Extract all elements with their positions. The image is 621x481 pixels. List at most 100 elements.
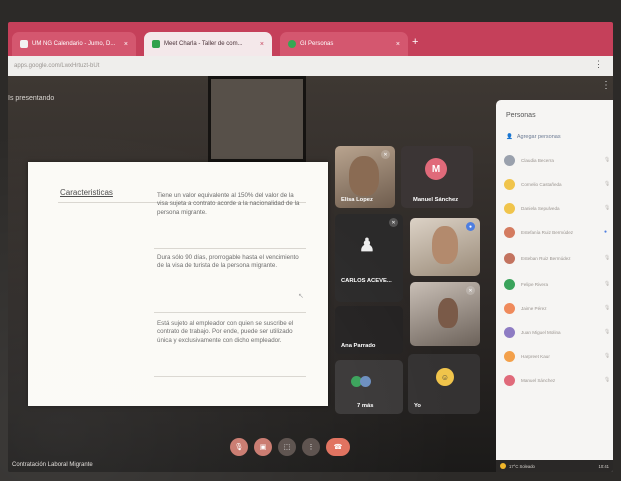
- avatar: [504, 278, 515, 290]
- slide-paragraph: Está sujeto al empleador con quien se su…: [157, 320, 294, 344]
- tab-meet[interactable]: Meet Charla - Taller de com... ×: [144, 32, 272, 56]
- participant-tile[interactable]: Ana Parrado: [335, 306, 403, 354]
- mic-icon: 🎙: [604, 181, 611, 187]
- people-panel-title: Personas: [506, 112, 536, 119]
- participant-tile[interactable]: ●: [410, 218, 480, 276]
- participant-name: Yo: [414, 403, 421, 409]
- mic-icon: 🎙: [604, 329, 611, 335]
- avatar: [504, 326, 515, 338]
- more-options-button[interactable]: ⋮: [302, 438, 320, 456]
- people-list-item[interactable]: Jaime Pérez 🎙: [504, 300, 612, 316]
- wall-picture-reflection: [208, 76, 306, 162]
- present-button[interactable]: ⬚: [278, 438, 296, 456]
- people-list-item[interactable]: Harpreet Kaur 🎙: [504, 348, 612, 364]
- tab-label: Meet Charla - Taller de com...: [164, 41, 243, 47]
- people-list-item[interactable]: Esteban Ruiz Bermúdez 🎙: [504, 250, 612, 266]
- participant-tile[interactable]: ✕ Elisa Lopez: [335, 146, 395, 208]
- stage-menu-icon[interactable]: ⋮: [601, 80, 611, 91]
- close-tab-icon[interactable]: ×: [396, 41, 400, 48]
- people-list-item[interactable]: Felipe Rivera 🎙: [504, 276, 612, 292]
- close-tab-icon[interactable]: ×: [124, 41, 128, 48]
- address-bar[interactable]: apps.google.com/LwxHrtuzt-bUt ⋮: [8, 56, 613, 76]
- avatar: [504, 350, 515, 362]
- person-name: Manuel Sánchez: [521, 377, 556, 383]
- slide-heading: Caracteristicas: [60, 188, 113, 197]
- add-people-label: Agregar personas: [516, 134, 561, 140]
- avatar: [504, 252, 515, 264]
- mic-icon: 🎙: [604, 305, 611, 311]
- more-participants-tile[interactable]: 7 más: [335, 360, 403, 414]
- avatar: [504, 202, 515, 214]
- slide-rule: [154, 248, 306, 249]
- person-name: Estefanía Ruiz Bermúdez: [521, 229, 574, 235]
- avatar: [360, 376, 371, 387]
- tab-personas[interactable]: GI Personas ×: [280, 32, 408, 56]
- add-person-icon: 👤: [506, 134, 513, 140]
- participant-tile[interactable]: ✕: [410, 282, 480, 346]
- people-list-item[interactable]: Estefanía Ruiz Bermúdez ●: [504, 224, 612, 240]
- person-name: Juan Miguel Molina: [521, 329, 561, 335]
- people-list-item[interactable]: Claudia Becerra 🎙: [504, 152, 612, 168]
- slide-rule: [154, 376, 306, 377]
- participant-tile[interactable]: M Manuel Sánchez: [401, 146, 473, 208]
- url-text: apps.google.com/LwxHrtuzt-bUt: [14, 63, 100, 69]
- camera-button[interactable]: ▣: [254, 438, 272, 456]
- avatar: [504, 178, 515, 190]
- clock: 10:41: [598, 463, 609, 469]
- person-name: Jaime Pérez: [521, 305, 547, 311]
- mic-off-icon: ✕: [466, 286, 475, 295]
- person-name: Harpreet Kaur: [521, 353, 550, 359]
- new-tab-button[interactable]: +: [412, 36, 418, 48]
- person-icon: ♟: [358, 234, 376, 255]
- person-name: Felipe Rivera: [521, 281, 549, 287]
- people-list-item[interactable]: Cornelio Castañeda 🎙: [504, 176, 612, 192]
- people-list-item[interactable]: Juan Miguel Molina 🎙: [504, 324, 612, 340]
- participant-avatar: M: [425, 158, 447, 180]
- participant-video: [432, 226, 458, 264]
- avatar: [504, 226, 515, 238]
- participant-tile[interactable]: ♟ ✕ CARLOS ACEVE...: [335, 214, 403, 302]
- screen-frame: UM NG Calendario - Jumo, D... × Meet Cha…: [8, 22, 613, 472]
- mic-button[interactable]: 🎙: [230, 438, 248, 456]
- browser-tab-bar: UM NG Calendario - Jumo, D... × Meet Cha…: [8, 22, 613, 56]
- avatar: [504, 154, 515, 166]
- end-call-button[interactable]: ☎: [326, 438, 350, 456]
- participant-name: Elisa Lopez: [341, 197, 373, 203]
- mic-icon: 🎙: [604, 157, 611, 163]
- presenting-label: Is presentando: [8, 95, 55, 102]
- self-avatar: ☺: [436, 368, 454, 386]
- weather-text: 17°C Soleado: [509, 463, 535, 469]
- mic-icon: ●: [604, 229, 608, 235]
- participant-name: CARLOS ACEVE...: [341, 278, 392, 284]
- call-controls: 🎙 ▣ ⬚ ⋮ ☎: [230, 438, 350, 460]
- add-people-button[interactable]: 👤 Agregar personas: [506, 134, 561, 140]
- tab-label: GI Personas: [300, 41, 334, 47]
- mic-off-icon: ✕: [389, 218, 398, 227]
- system-tray: 17°C Soleado 10:41: [496, 460, 613, 472]
- people-list-item[interactable]: Daniela Sepulveda 🎙: [504, 200, 612, 216]
- people-list-item[interactable]: Manuel Sánchez 🎙: [504, 372, 612, 388]
- avatar: [504, 374, 515, 386]
- slide-rule: [154, 312, 306, 313]
- avatar: [504, 302, 515, 314]
- mouse-pointer-icon: ↖: [298, 293, 304, 300]
- self-tile[interactable]: ☺ Yo: [408, 354, 480, 414]
- more-participants-label: 7 más: [357, 403, 374, 409]
- mic-icon: 🎙: [604, 353, 611, 359]
- participant-name: Manuel Sánchez: [413, 197, 459, 203]
- presentation-slide: Caracteristicas Tiene un valor equivalen…: [28, 162, 328, 406]
- meet-favicon-icon: [152, 40, 160, 48]
- person-name: Claudia Becerra: [521, 157, 554, 163]
- browser-menu-icon[interactable]: ⋮: [594, 59, 603, 70]
- people-panel: Personas 👤 Agregar personas Claudia Bece…: [496, 100, 613, 472]
- tab-calendar[interactable]: UM NG Calendario - Jumo, D... ×: [12, 32, 136, 56]
- mic-icon: 🎙: [604, 255, 611, 261]
- participant-video: [349, 156, 379, 196]
- mic-icon: 🎙: [604, 205, 611, 211]
- tab-label: UM NG Calendario - Jumo, D...: [32, 41, 116, 47]
- participant-name: Ana Parrado: [341, 343, 376, 349]
- meeting-title: Contratación Laboral Migrante: [12, 462, 93, 468]
- person-name: Esteban Ruiz Bermúdez: [521, 255, 571, 261]
- close-tab-icon[interactable]: ×: [260, 41, 264, 48]
- calendar-favicon-icon: [20, 40, 28, 48]
